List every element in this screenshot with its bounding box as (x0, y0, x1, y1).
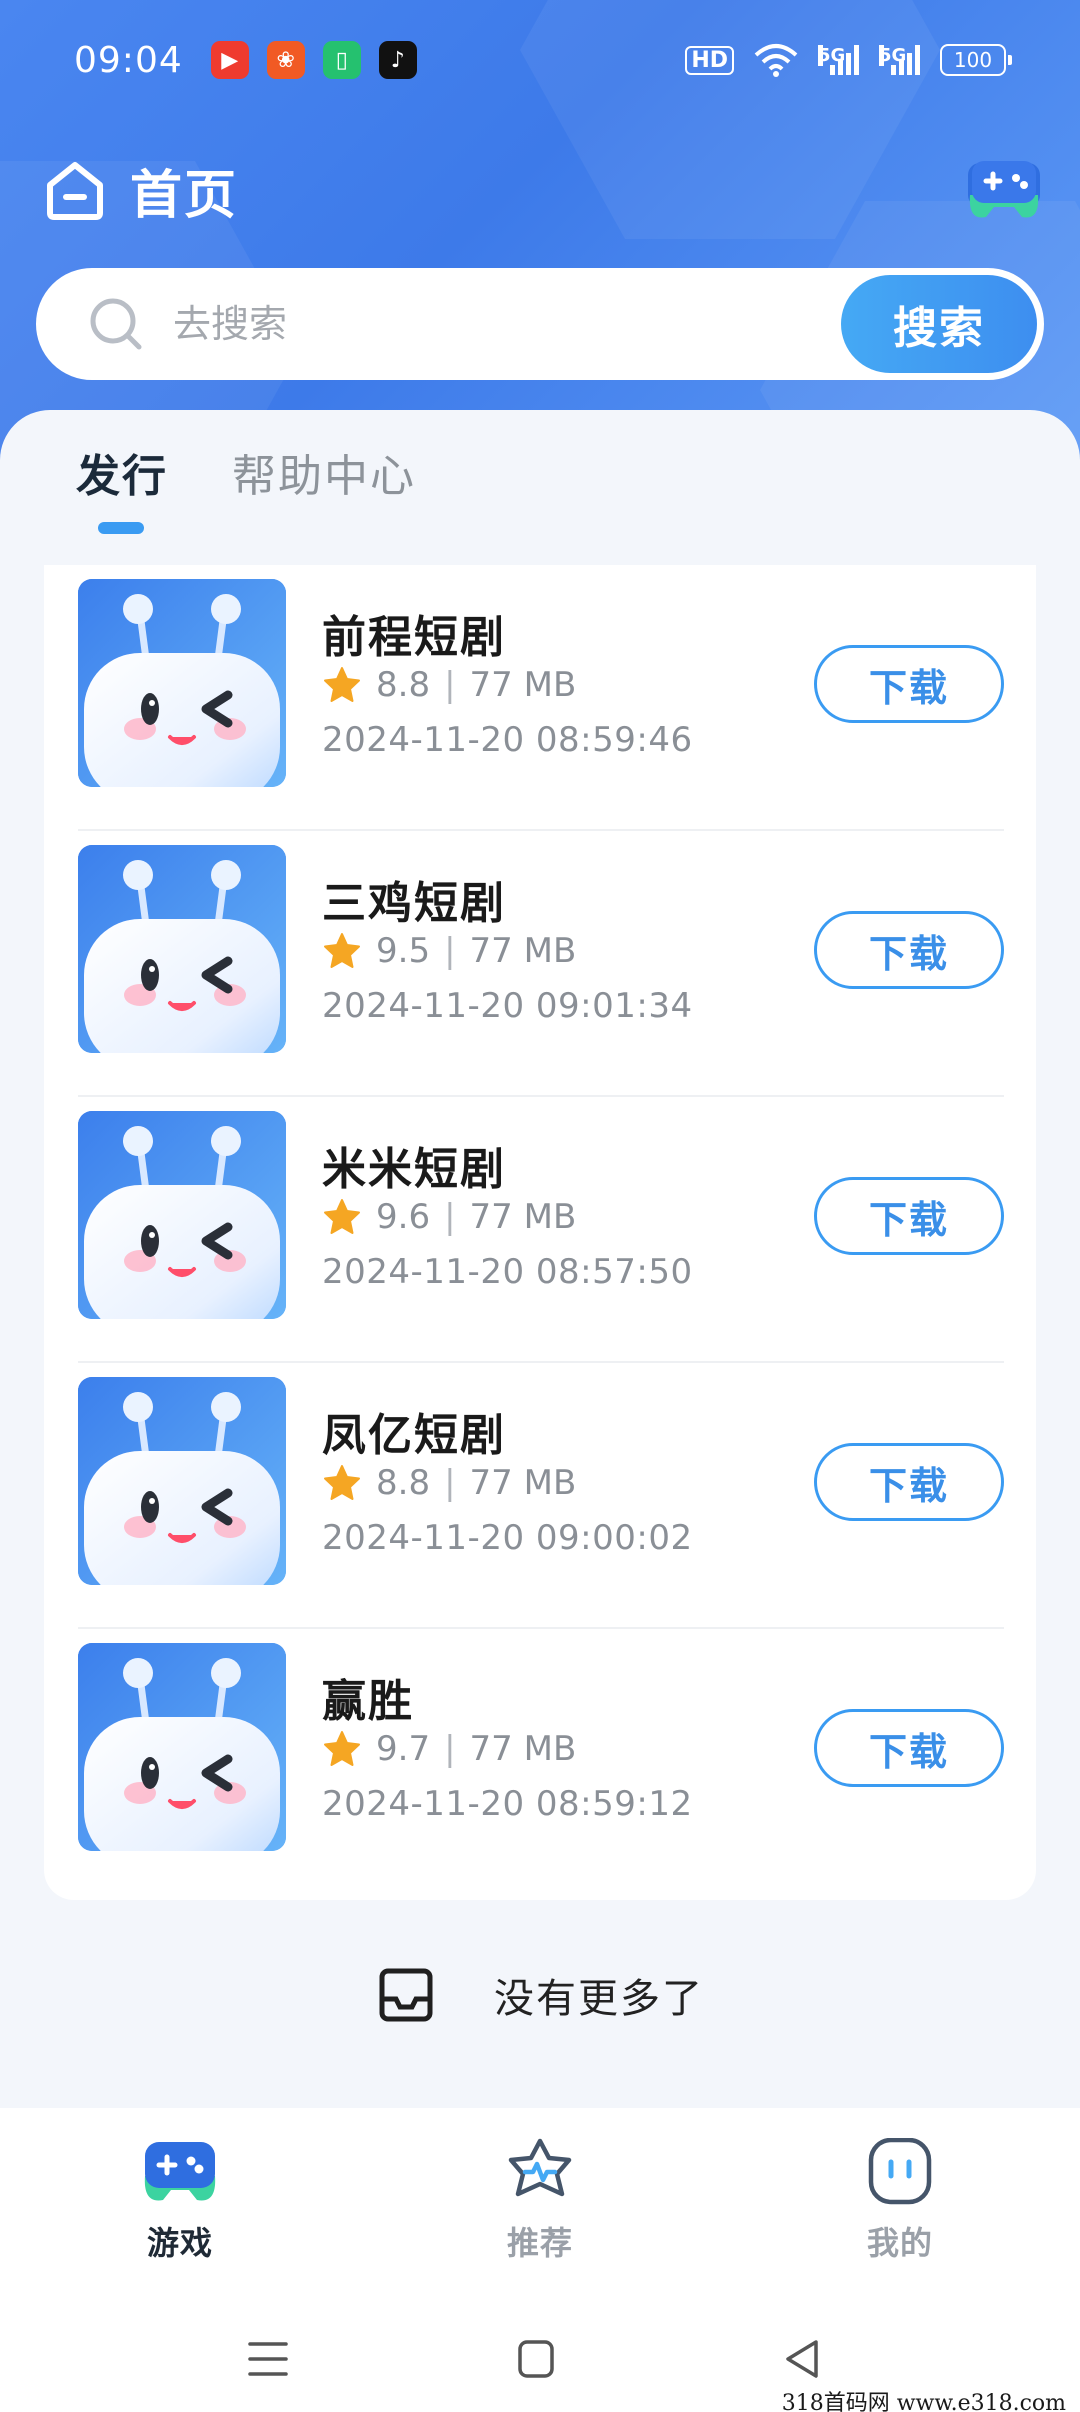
tab-bar: 发行 帮助中心 (76, 440, 416, 534)
status-bar: 09:04 ▶ ❀ ▯ ♪ HD 5G 5G 100 (0, 0, 1080, 120)
tiktok-icon: ♪ (378, 41, 417, 79)
video-app-icon: ▶ (210, 41, 249, 79)
home-icon[interactable] (42, 157, 108, 223)
shopping-app-icon: ❀ (266, 41, 305, 79)
nav-label: 推荐 (506, 2224, 573, 2262)
search-input[interactable] (173, 302, 773, 346)
status-indicators: HD 5G 5G 100 (685, 43, 1012, 77)
download-button[interactable]: 下载 (814, 1177, 1004, 1255)
app-icon (78, 1643, 286, 1851)
back-icon[interactable] (772, 2334, 832, 2384)
app-rating: 8.8 (376, 1463, 431, 1503)
nav-profile[interactable]: 我的 (800, 2138, 1000, 2264)
app-date: 2024-11-20 08:57:50 (322, 1252, 693, 1292)
app-rating: 9.7 (376, 1729, 431, 1769)
app-rating: 8.8 (376, 665, 431, 705)
app-size: 77 MB (469, 931, 577, 971)
meta-separator: | (444, 1197, 456, 1237)
search-bar: 搜索 (36, 268, 1044, 380)
list-item[interactable]: 前程短剧 8.8 | 77 MB 2024-11-20 08:59:46 下载 (78, 565, 1004, 831)
battery-level: 100 (953, 48, 993, 72)
download-button[interactable]: 下载 (814, 911, 1004, 989)
app-size: 77 MB (469, 1197, 577, 1237)
inbox-icon (379, 1968, 433, 2022)
tab-publish[interactable]: 发行 (76, 440, 168, 534)
app-size: 77 MB (469, 665, 577, 705)
app-name: 凤亿短剧 (322, 1410, 506, 1461)
star-badge-icon (508, 2138, 572, 2197)
list-item[interactable]: 米米短剧 9.6 | 77 MB 2024-11-20 08:57:50 下载 (78, 1097, 1004, 1363)
tab-label: 帮助中心 (232, 451, 416, 502)
app-icon (78, 579, 286, 787)
meta-separator: | (444, 1463, 456, 1503)
app-date: 2024-11-20 09:01:34 (322, 986, 693, 1026)
watermark: 318首码网 www.e318.com (781, 2391, 1066, 2412)
list-item[interactable]: 凤亿短剧 8.8 | 77 MB 2024-11-20 09:00:02 下载 (78, 1363, 1004, 1629)
app-meta: 8.8 | 77 MB (322, 665, 576, 705)
app-icon (78, 1111, 286, 1319)
app-list: 前程短剧 8.8 | 77 MB 2024-11-20 08:59:46 下载 (44, 565, 1036, 1900)
app-meta: 9.7 | 77 MB (322, 1729, 576, 1769)
signal-icon: 5G (818, 45, 859, 75)
star-icon (324, 1199, 360, 1234)
wifi-icon (754, 44, 798, 77)
app-meta: 9.5 | 77 MB (322, 931, 576, 971)
signal-icon: 5G (879, 45, 920, 75)
star-icon (324, 933, 360, 968)
notification-icons: ▶ ❀ ▯ ♪ (210, 41, 417, 79)
wallet-app-icon: ▯ (322, 41, 361, 79)
app-size: 77 MB (469, 1729, 577, 1769)
page-title: 首页 (130, 165, 239, 226)
game-center-icon[interactable] (964, 155, 1044, 225)
app-name: 前程短剧 (322, 612, 506, 663)
tab-label: 发行 (76, 451, 168, 502)
app-rating: 9.5 (376, 931, 431, 971)
tab-help-center[interactable]: 帮助中心 (232, 440, 416, 504)
nav-label: 我的 (866, 2224, 933, 2262)
status-time: 09:04 (74, 39, 183, 81)
meta-separator: | (444, 931, 456, 971)
meta-separator: | (444, 1729, 456, 1769)
face-icon (868, 2138, 932, 2205)
star-icon (324, 1731, 360, 1766)
app-name: 赢胜 (322, 1676, 414, 1727)
nav-games[interactable]: 游戏 (80, 2138, 280, 2264)
header-title-row: 首页 (42, 150, 238, 230)
list-item[interactable]: 赢胜 9.7 | 77 MB 2024-11-20 08:59:12 下载 (78, 1629, 1004, 1895)
download-button[interactable]: 下载 (814, 645, 1004, 723)
active-tab-indicator (98, 522, 144, 534)
gamepad-icon (144, 2142, 216, 2201)
app-size: 77 MB (469, 1463, 577, 1503)
app-rating: 9.6 (376, 1197, 431, 1237)
app-name: 三鸡短剧 (322, 878, 506, 929)
star-icon (324, 667, 360, 702)
download-button[interactable]: 下载 (814, 1443, 1004, 1521)
meta-separator: | (444, 665, 456, 705)
search-icon (90, 298, 142, 350)
nav-label: 游戏 (146, 2224, 213, 2262)
star-icon (324, 1465, 360, 1500)
list-item[interactable]: 三鸡短剧 9.5 | 77 MB 2024-11-20 09:01:34 下载 (78, 831, 1004, 1097)
app-name: 米米短剧 (322, 1144, 506, 1195)
app-date: 2024-11-20 08:59:46 (322, 720, 693, 760)
nav-recommend[interactable]: 推荐 (440, 2138, 640, 2264)
app-date: 2024-11-20 08:59:12 (322, 1784, 693, 1824)
battery-icon: 100 (940, 44, 1012, 76)
app-meta: 9.6 | 77 MB (322, 1197, 576, 1237)
menu-icon[interactable] (238, 2334, 298, 2384)
list-end-indicator: 没有更多了 (0, 1965, 1080, 2025)
list-end-text: 没有更多了 (494, 1976, 704, 2022)
home-square-icon[interactable] (506, 2334, 566, 2384)
bottom-navigation: 游戏 推荐 我的 (0, 2108, 1080, 2308)
app-date: 2024-11-20 09:00:02 (322, 1518, 693, 1558)
hd-icon: HD (685, 45, 734, 75)
search-button[interactable]: 搜索 (841, 275, 1037, 373)
download-button[interactable]: 下载 (814, 1709, 1004, 1787)
app-icon (78, 845, 286, 1053)
app-meta: 8.8 | 77 MB (322, 1463, 576, 1503)
app-icon (78, 1377, 286, 1585)
